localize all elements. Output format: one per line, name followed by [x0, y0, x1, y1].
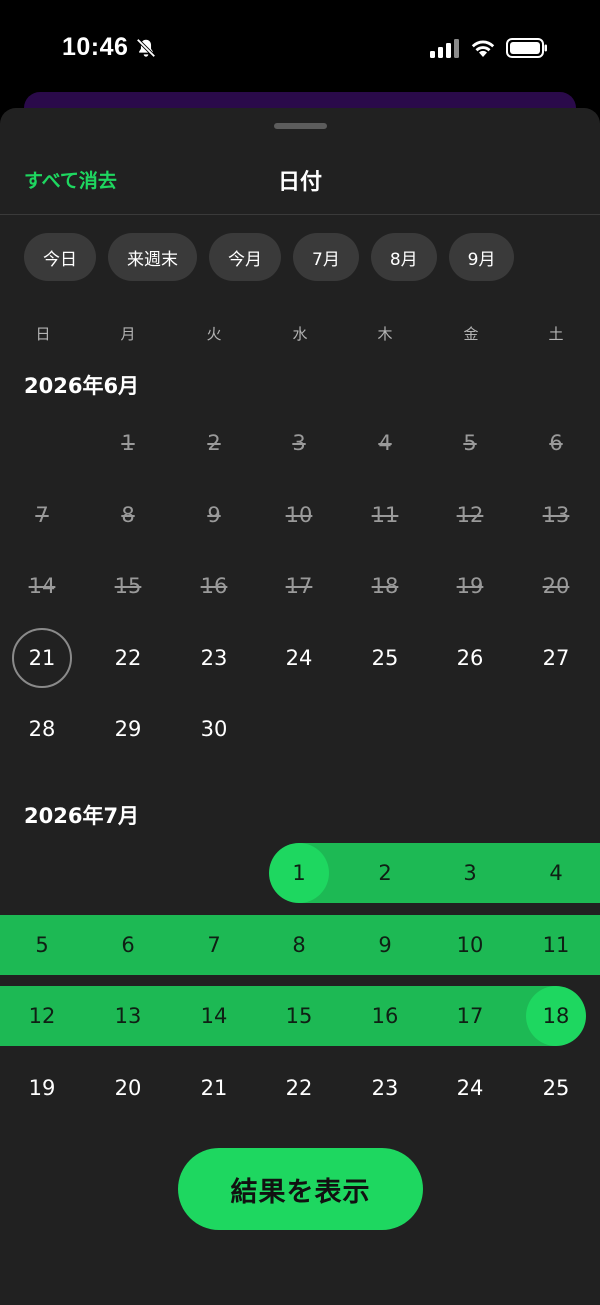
weekday-label: 金 [463, 325, 479, 343]
calendar-day: 6 [549, 431, 563, 455]
calendar-day[interactable]: 21 [184, 1058, 244, 1118]
calendar-day[interactable]: 8 [269, 915, 329, 975]
calendar-day: 8 [121, 502, 135, 527]
calendar-day: 17 [285, 574, 313, 599]
weekday-label: 火 [206, 325, 222, 343]
chip-this-month[interactable]: 今月 [209, 233, 281, 281]
weekday-label: 日 [35, 325, 51, 343]
month-label-june: 2026年6月 [24, 374, 140, 398]
calendar-day[interactable]: 5 [12, 915, 72, 975]
calendar-day: 7 [35, 502, 49, 527]
calendar-day[interactable]: 13 [98, 986, 158, 1046]
weekday-label: 月 [120, 325, 136, 343]
calendar-day[interactable]: 20 [98, 1058, 158, 1118]
calendar-day[interactable]: 15 [269, 986, 329, 1046]
divider [0, 214, 600, 215]
calendar-day: 2 [207, 431, 221, 455]
calendar-day: 10 [285, 502, 313, 527]
calendar-day[interactable]: 23 [184, 628, 244, 688]
calendar-day: 4 [378, 431, 392, 455]
weekday-header: 日 月 火 水 木 金 土 [0, 323, 600, 347]
calendar-day[interactable]: 3 [440, 843, 500, 903]
quick-date-chips: 今日 来週末 今月 7月 8月 9月 [24, 233, 515, 281]
calendar-day[interactable]: 29 [98, 699, 158, 759]
calendar-day[interactable]: 26 [440, 628, 500, 688]
calendar-day: 15 [114, 574, 142, 599]
calendar-day: 19 [456, 574, 484, 599]
calendar-day[interactable]: 14 [184, 986, 244, 1046]
calendar-day: 12 [456, 502, 484, 527]
status-bar: 10:46 [0, 0, 600, 92]
calendar-day[interactable]: 6 [98, 915, 158, 975]
calendar-day: 5 [463, 431, 477, 455]
calendar-day: 18 [371, 574, 399, 599]
calendar-day[interactable]: 7 [184, 915, 244, 975]
calendar-day: 20 [542, 574, 570, 599]
calendar-day[interactable]: 18 [526, 986, 586, 1047]
calendar-day[interactable]: 23 [355, 1058, 415, 1118]
chip-august[interactable]: 8月 [370, 233, 437, 281]
chip-july[interactable]: 7月 [293, 233, 359, 281]
weekday-label: 土 [548, 325, 564, 343]
calendar-day: 11 [371, 502, 399, 527]
date-sheet: すべて消去 日付 今日 来週末 今月 7月 8月 9月 日 月 火 水 木 金 … [0, 108, 600, 1305]
calendar-day: 14 [28, 574, 56, 599]
bell-slash-icon [136, 38, 156, 58]
month-label-july: 2026年7月 [24, 804, 140, 828]
calendar-day[interactable]: 22 [98, 628, 158, 688]
calendar-day[interactable]: 10 [440, 915, 500, 975]
calendar-day[interactable]: 30 [184, 699, 244, 759]
calendar-day[interactable]: 25 [526, 1058, 586, 1118]
sheet-title: 日付 [277, 170, 322, 195]
chip-today[interactable]: 今日 [24, 233, 96, 281]
weekday-label: 水 [292, 325, 308, 343]
calendar-day[interactable]: 19 [12, 1058, 72, 1118]
calendar-day[interactable]: 12 [12, 986, 72, 1046]
chip-september[interactable]: 9月 [448, 233, 515, 281]
calendar-day: 3 [292, 431, 306, 455]
calendar-day[interactable]: 21 [12, 627, 72, 688]
calendar-day[interactable]: 24 [269, 628, 329, 688]
calendar-day[interactable]: 1 [269, 843, 329, 903]
status-time: 10:46 [62, 33, 129, 61]
battery-icon [506, 38, 547, 58]
calendar-day[interactable]: 16 [355, 986, 415, 1046]
calendar-day[interactable]: 17 [440, 986, 500, 1046]
calendar-day[interactable]: 24 [440, 1058, 500, 1118]
calendar-day[interactable]: 4 [526, 843, 586, 903]
cellular-signal-icon [430, 39, 459, 58]
calendar-day[interactable]: 11 [526, 915, 586, 975]
sheet-grabber[interactable] [274, 123, 327, 129]
calendar-day: 9 [207, 502, 221, 527]
calendar-day: 1 [121, 431, 135, 455]
calendar-day[interactable]: 27 [526, 628, 586, 688]
calendar-day[interactable]: 2 [355, 843, 415, 903]
weekday-label: 木 [377, 325, 393, 343]
wifi-icon [471, 40, 495, 57]
calendar-day[interactable]: 22 [269, 1058, 329, 1118]
calendar-day[interactable]: 9 [355, 915, 415, 975]
chip-next-weekend[interactable]: 来週末 [108, 233, 197, 281]
calendar-day: 16 [200, 574, 228, 599]
calendar-day: 13 [542, 502, 570, 527]
calendar-day[interactable]: 25 [355, 628, 415, 688]
calendar-day[interactable]: 28 [12, 699, 72, 759]
show-results-button[interactable]: 結果を表示 [178, 1148, 423, 1230]
